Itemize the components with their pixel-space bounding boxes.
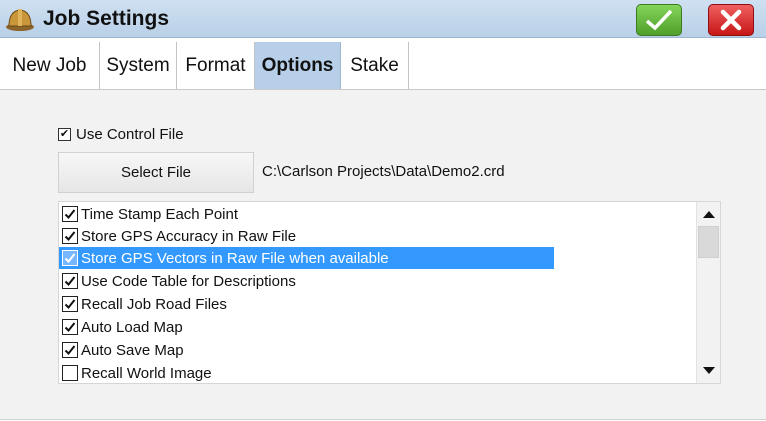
list-item[interactable]: Use Code Table for Descriptions [59, 270, 698, 292]
scroll-thumb[interactable] [698, 226, 719, 258]
list-item[interactable]: Recall World Image [59, 362, 698, 383]
checkbox[interactable] [62, 228, 78, 244]
checkbox[interactable] [62, 342, 78, 358]
tab-format[interactable]: Format [177, 42, 255, 89]
checkbox-box[interactable]: ✔ [58, 128, 71, 141]
tab-options[interactable]: Options [255, 42, 341, 89]
list-item-label: Recall World Image [81, 364, 212, 382]
scroll-up-button[interactable] [697, 202, 720, 226]
list-item-label: Auto Save Map [81, 341, 184, 359]
tab-stake[interactable]: Stake [341, 42, 409, 89]
list-item-label: Auto Load Map [81, 318, 183, 336]
checkbox[interactable] [62, 365, 78, 381]
list-item[interactable]: Time Stamp Each Point [59, 203, 698, 225]
tab-new-job[interactable]: New Job [0, 42, 100, 89]
scroll-down-button[interactable] [697, 359, 720, 383]
checkmark-icon [645, 9, 673, 31]
up-arrow-icon [702, 211, 715, 218]
tab-bar: New Job System Format Options Stake [0, 38, 766, 90]
vertical-scrollbar[interactable] [696, 202, 720, 383]
list-item-selected[interactable]: Store GPS Vectors in Raw File when avail… [59, 247, 554, 269]
list-item[interactable]: Recall Job Road Files [59, 293, 698, 315]
hardhat-icon [6, 9, 34, 31]
list-item-label: Time Stamp Each Point [81, 205, 239, 223]
tab-label: Options [261, 54, 334, 76]
tab-system[interactable]: System [100, 42, 177, 89]
close-icon [720, 9, 742, 31]
ok-button[interactable] [636, 4, 682, 36]
list-item[interactable]: Store GPS Accuracy in Raw File [59, 225, 698, 247]
list-item[interactable]: Auto Save Map [59, 339, 698, 361]
list-item-label: Use Code Table for Descriptions [81, 272, 296, 290]
checkbox[interactable] [62, 250, 78, 266]
title-bar: Job Settings [0, 0, 766, 38]
list-item-label: Store GPS Vectors in Raw File when avail… [81, 249, 389, 267]
select-file-label: Select File [120, 164, 192, 181]
options-listbox[interactable]: Time Stamp Each Point Store GPS Accuracy… [58, 201, 721, 384]
checkbox[interactable] [62, 319, 78, 335]
tab-label: Format [185, 54, 246, 76]
close-button[interactable] [708, 4, 754, 36]
tab-label: Stake [350, 54, 399, 76]
list-item-label: Recall Job Road Files [81, 295, 227, 313]
list-item[interactable]: Auto Load Map [59, 316, 698, 338]
checkbox[interactable] [62, 296, 78, 312]
select-file-button[interactable]: Select File [58, 152, 254, 193]
use-control-file-label: Use Control File [76, 126, 184, 143]
tab-label: System [106, 54, 170, 76]
checkbox[interactable] [62, 206, 78, 222]
options-panel: ✔ Use Control File Select File C:\Carlso… [0, 90, 766, 420]
control-file-path: C:\Carlson Projects\Data\Demo2.crd [262, 163, 505, 180]
list-item-label: Store GPS Accuracy in Raw File [81, 227, 297, 245]
down-arrow-icon [702, 367, 715, 374]
use-control-file-checkbox[interactable]: ✔ Use Control File [58, 126, 184, 143]
tab-label: New Job [12, 54, 87, 76]
checkbox[interactable] [62, 273, 78, 289]
window-title: Job Settings [43, 7, 170, 30]
